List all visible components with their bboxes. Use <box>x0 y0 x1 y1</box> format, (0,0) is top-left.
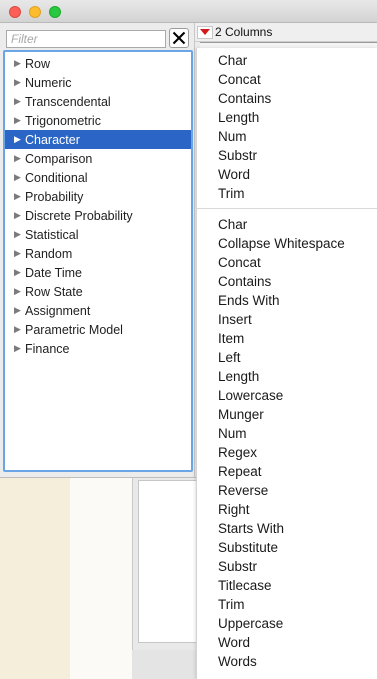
category-item-trigonometric[interactable]: ▶ Trigonometric <box>5 111 191 130</box>
category-item-finance[interactable]: ▶ Finance <box>5 339 191 358</box>
close-x-icon <box>172 31 186 45</box>
menu-item-recent[interactable]: Concat <box>218 70 261 89</box>
zoom-window-button[interactable] <box>49 6 61 18</box>
disclosure-triangle-icon[interactable]: ▶ <box>14 343 24 354</box>
category-label: Assignment <box>25 303 91 318</box>
disclosure-triangle-icon[interactable]: ▶ <box>14 134 24 145</box>
title-bar <box>0 0 377 23</box>
menu-item-function[interactable]: Substitute <box>218 538 278 557</box>
category-label: Row State <box>25 284 83 299</box>
category-label: Date Time <box>25 265 82 280</box>
disclosure-triangle-icon[interactable]: ▶ <box>14 96 24 107</box>
category-item-statistical[interactable]: ▶ Statistical <box>5 225 191 244</box>
menu-item-function[interactable]: Insert <box>218 310 252 329</box>
category-item-probability[interactable]: ▶ Probability <box>5 187 191 206</box>
disclosure-triangle-icon[interactable]: ▶ <box>14 286 24 297</box>
character-functions-menu: Char Concat Contains Length Num Substr Word Tri… <box>196 48 377 679</box>
category-label: Parametric Model <box>25 322 123 337</box>
clear-filter-button[interactable] <box>169 28 189 48</box>
menu-item-function[interactable]: Length <box>218 367 259 386</box>
menu-item-recent[interactable]: Substr <box>218 146 257 165</box>
menu-item-recent[interactable]: Length <box>218 108 259 127</box>
category-item-row-state[interactable]: ▶ Row State <box>5 282 191 301</box>
category-item-assignment[interactable]: ▶ Assignment <box>5 301 191 320</box>
menu-item-function[interactable]: Repeat <box>218 462 262 481</box>
menu-item-function[interactable]: Starts With <box>218 519 284 538</box>
menu-item-function[interactable]: Regex <box>218 443 257 462</box>
category-item-comparison[interactable]: ▶ Comparison <box>5 149 191 168</box>
disclosure-triangle-icon[interactable]: ▶ <box>14 229 24 240</box>
category-item-conditional[interactable]: ▶ Conditional <box>5 168 191 187</box>
menu-separator <box>197 208 377 209</box>
filter-input[interactable] <box>6 30 166 48</box>
category-label: Row <box>25 56 51 71</box>
columns-header: 2 Columns <box>195 23 377 42</box>
menu-item-function[interactable]: Char <box>218 215 247 234</box>
background-list-box <box>138 480 198 643</box>
menu-item-function[interactable]: Item <box>218 329 244 348</box>
menu-item-recent[interactable]: Char <box>218 51 247 70</box>
category-item-random[interactable]: ▶ Random <box>5 244 191 263</box>
disclosure-triangle-icon[interactable]: ▶ <box>14 191 24 202</box>
disclosure-triangle-icon[interactable]: ▶ <box>14 172 24 183</box>
pane-divider[interactable] <box>194 23 195 478</box>
disclosure-triangle-icon[interactable]: ▶ <box>14 267 24 278</box>
menu-item-function[interactable]: Lowercase <box>218 386 283 405</box>
disclosure-triangle-icon[interactable]: ▶ <box>14 77 24 88</box>
menu-item-recent[interactable]: Word <box>218 165 250 184</box>
menu-item-function[interactable]: Concat <box>218 253 261 272</box>
background-panel-mid <box>70 478 132 679</box>
minimize-window-button[interactable] <box>29 6 41 18</box>
menu-item-recent[interactable]: Contains <box>218 89 271 108</box>
disclosure-triangle-icon[interactable]: ▶ <box>14 305 24 316</box>
category-label: Probability <box>25 189 84 204</box>
category-item-discrete-probability[interactable]: ▶ Discrete Probability <box>5 206 191 225</box>
category-label: Comparison <box>25 151 93 166</box>
menu-item-function[interactable]: Word <box>218 633 250 652</box>
category-label: Character <box>25 132 80 147</box>
category-item-row[interactable]: ▶ Row <box>5 54 191 73</box>
category-label: Transcendental <box>25 94 111 109</box>
disclosure-triangle-icon[interactable]: ▶ <box>14 248 24 259</box>
menu-item-function[interactable]: Munger <box>218 405 264 424</box>
menu-item-function[interactable]: Uppercase <box>218 614 283 633</box>
menu-item-function[interactable]: Left <box>218 348 241 367</box>
menu-item-function[interactable]: Reverse <box>218 481 268 500</box>
category-label: Finance <box>25 341 70 356</box>
category-label: Trigonometric <box>25 113 101 128</box>
menu-item-recent[interactable]: Trim <box>218 184 245 203</box>
category-label: Numeric <box>25 75 72 90</box>
category-label: Conditional <box>25 170 88 185</box>
menu-item-function[interactable]: Collapse Whitespace <box>218 234 345 253</box>
category-label: Random <box>25 246 73 261</box>
close-window-button[interactable] <box>9 6 21 18</box>
category-label: Statistical <box>25 227 79 242</box>
disclosure-triangle-icon[interactable]: ▶ <box>14 153 24 164</box>
menu-item-function[interactable]: Num <box>218 424 247 443</box>
menu-item-function[interactable]: Ends With <box>218 291 280 310</box>
disclosure-triangle-icon[interactable]: ▶ <box>14 324 24 335</box>
function-category-list: ▶ Row ▶ Numeric ▶ Transcendental ▶ Trigonometri… <box>3 50 193 472</box>
menu-item-recent[interactable]: Num <box>218 127 247 146</box>
disclosure-triangle-icon[interactable]: ▶ <box>14 115 24 126</box>
columns-count-label: 2 Columns <box>215 25 273 39</box>
category-item-date-time[interactable]: ▶ Date Time <box>5 263 191 282</box>
category-item-parametric-model[interactable]: ▶ Parametric Model <box>5 320 191 339</box>
category-item-character[interactable]: ▶ Character <box>5 130 191 149</box>
disclosure-triangle-icon[interactable]: ▶ <box>14 210 24 221</box>
background-panel-left <box>0 478 70 679</box>
category-label: Discrete Probability <box>25 208 133 223</box>
menu-item-function[interactable]: Titlecase <box>218 576 272 595</box>
menu-item-function[interactable]: Contains <box>218 272 271 291</box>
menu-item-function[interactable]: Right <box>218 500 250 519</box>
menu-item-function[interactable]: Words <box>218 652 257 671</box>
menu-item-function[interactable]: Substr <box>218 557 257 576</box>
disclosure-triangle-icon[interactable]: ▶ <box>14 58 24 69</box>
menu-item-function[interactable]: Trim <box>218 595 245 614</box>
category-item-transcendental[interactable]: ▶ Transcendental <box>5 92 191 111</box>
red-triangle-icon <box>200 29 210 35</box>
category-item-numeric[interactable]: ▶ Numeric <box>5 73 191 92</box>
